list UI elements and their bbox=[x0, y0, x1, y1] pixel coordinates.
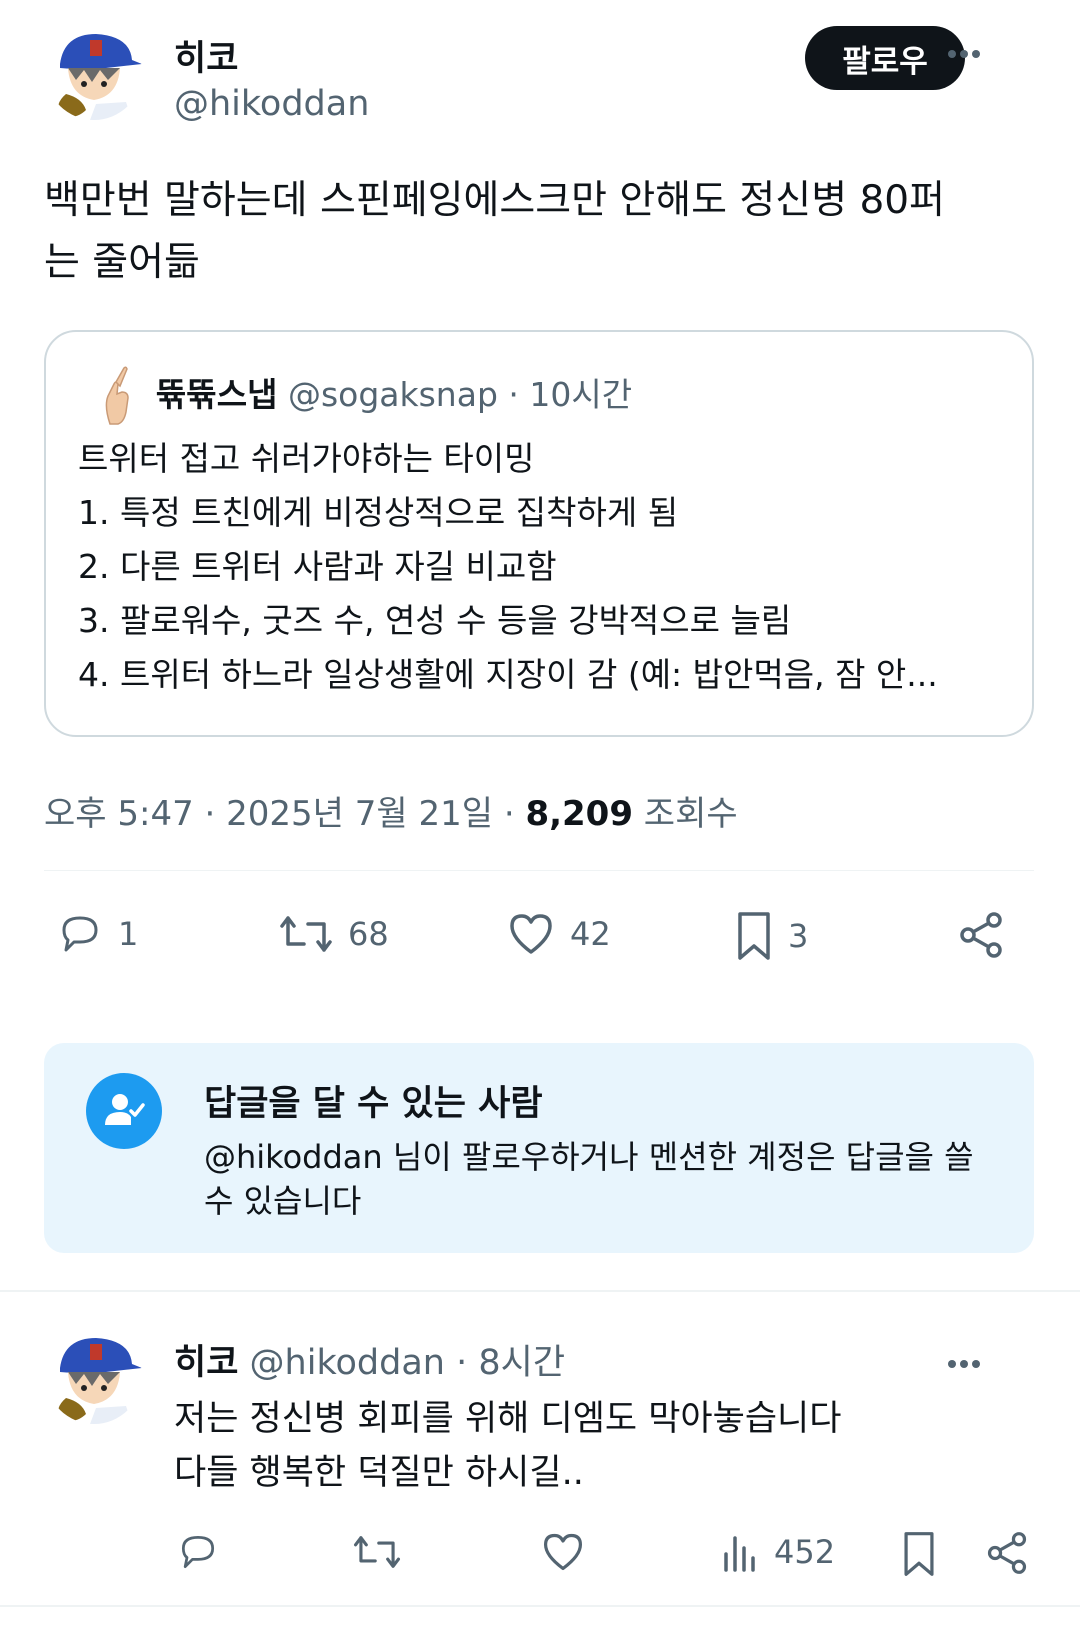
retweet-icon bbox=[280, 916, 332, 952]
heart-icon bbox=[510, 914, 552, 954]
divider bbox=[44, 870, 1034, 871]
analytics-icon bbox=[724, 1536, 755, 1572]
reply-restriction-notice: 답글을 달 수 있는 사람 @hikoddan 님이 팔로우하거나 멘션한 계정… bbox=[44, 1043, 1034, 1253]
retweet-button[interactable]: 68 bbox=[278, 910, 389, 958]
reply-header: 히코 @hikoddan · 8시간 bbox=[174, 1334, 565, 1385]
like-button[interactable]: 42 bbox=[506, 910, 611, 958]
more-options-icon[interactable] bbox=[944, 34, 984, 74]
author-avatar[interactable] bbox=[46, 24, 142, 120]
quoted-timestamp[interactable]: 10시간 bbox=[529, 375, 632, 414]
notice-title: 답글을 달 수 있는 사람 bbox=[204, 1084, 543, 1124]
quoted-text-line: 트위터 접고 쉬러가야하는 타이밍 bbox=[78, 439, 535, 478]
reply-icon bbox=[62, 916, 98, 952]
reply-button[interactable]: 1 bbox=[56, 910, 138, 958]
reply-icon bbox=[181, 1535, 215, 1569]
section-separator bbox=[0, 1290, 1080, 1292]
views-count: 8,209 bbox=[525, 794, 633, 834]
retweet-icon bbox=[354, 1536, 400, 1568]
reply-views-count: 452 bbox=[774, 1533, 836, 1571]
quoted-text-line: 3. 팔로워수, 굿즈 수, 연성 수 등을 강박적으로 늘림 bbox=[78, 601, 792, 640]
share-icon bbox=[960, 912, 1002, 958]
quoted-tweet-card[interactable]: 뜎뜎스냅 @sogaksnap · 10시간 트위터 접고 쉬러가야하는 타이밍… bbox=[44, 330, 1034, 737]
person-check-icon bbox=[86, 1073, 162, 1149]
author-handle[interactable]: @hikoddan bbox=[174, 84, 369, 124]
section-separator bbox=[0, 1605, 1080, 1607]
author-name[interactable]: 히코 bbox=[174, 30, 238, 81]
quoted-text-line: 1. 특정 트친에게 비정상적으로 집착하게 됨 bbox=[78, 493, 679, 532]
reply-text-line: 다들 행복한 덕질만 하시길.. bbox=[174, 1453, 584, 1493]
reply-text-line: 저는 정신병 회피를 위해 디엠도 막아놓습니다 bbox=[174, 1399, 842, 1439]
follow-button[interactable]: 팔로우 bbox=[805, 26, 965, 90]
like-count: 42 bbox=[570, 915, 611, 953]
quoted-author-name[interactable]: 뜎뜎스냅 bbox=[156, 375, 277, 414]
share-icon bbox=[987, 1532, 1027, 1574]
heart-icon bbox=[543, 1533, 583, 1571]
reply-author-name[interactable]: 히코 bbox=[174, 1343, 238, 1383]
tweet-text-line: 는 줄어듦 bbox=[44, 240, 200, 285]
reply-views-button[interactable]: 452 bbox=[720, 1530, 835, 1574]
separator-dot: · bbox=[508, 375, 519, 414]
reply-like-button[interactable] bbox=[540, 1530, 586, 1574]
notice-description: @hikoddan 님이 팔로우하거나 멘션한 계정은 답글을 쓸 수 있습니다 bbox=[204, 1138, 974, 1220]
reply-author-handle[interactable]: @hikoddan bbox=[250, 1343, 445, 1383]
reply-author-avatar[interactable] bbox=[46, 1328, 142, 1424]
reply-retweet-button[interactable] bbox=[352, 1530, 402, 1574]
bookmark-icon bbox=[738, 912, 770, 960]
separator-dot: · bbox=[456, 1343, 468, 1383]
quoted-text-line: 4. 트위터 하느라 일상생활에 지장이 감 (예: 밥안먹음, 잠 안... bbox=[78, 655, 938, 694]
quoted-author-handle[interactable]: @sogaksnap bbox=[288, 375, 498, 414]
reply-reply-button[interactable] bbox=[176, 1530, 220, 1574]
bookmark-icon bbox=[904, 1532, 934, 1576]
bookmark-count: 3 bbox=[788, 917, 809, 955]
views-label: 조회수 bbox=[633, 794, 738, 834]
reply-count: 1 bbox=[118, 915, 139, 953]
quoted-text: 트위터 접고 쉬러가야하는 타이밍 1. 특정 트친에게 비정상적으로 집착하게… bbox=[78, 432, 1008, 702]
reply-timestamp[interactable]: 8시간 bbox=[478, 1343, 565, 1383]
quoted-author-avatar bbox=[90, 362, 146, 426]
quoted-text-line: 2. 다른 트위터 사람과 자길 비교함 bbox=[78, 547, 557, 586]
bookmark-button[interactable]: 3 bbox=[734, 910, 808, 962]
reply-more-options-icon[interactable] bbox=[944, 1344, 984, 1384]
tweet-text-line: 백만번 말하는데 스핀페잉에스크만 안해도 정신병 80퍼 bbox=[44, 178, 945, 223]
tweet-timestamp: 오후 5:47 · 2025년 7월 21일 · 8,209 조회수 bbox=[44, 786, 738, 835]
timestamp-text[interactable]: 오후 5:47 · 2025년 7월 21일 · bbox=[44, 794, 525, 834]
reply-text: 저는 정신병 회피를 위해 디엠도 막아놓습니다 다들 행복한 덕질만 하시길.… bbox=[174, 1392, 1034, 1500]
retweet-count: 68 bbox=[348, 915, 389, 953]
tweet-text: 백만번 말하는데 스핀페잉에스크만 안해도 정신병 80퍼 는 줄어듦 bbox=[44, 170, 1044, 294]
reply-bookmark-button[interactable] bbox=[900, 1530, 938, 1578]
reply-share-button[interactable] bbox=[984, 1530, 1030, 1576]
share-button[interactable] bbox=[956, 910, 1006, 960]
quoted-header: 뜎뜎스냅 @sogaksnap · 10시간 bbox=[156, 368, 632, 416]
